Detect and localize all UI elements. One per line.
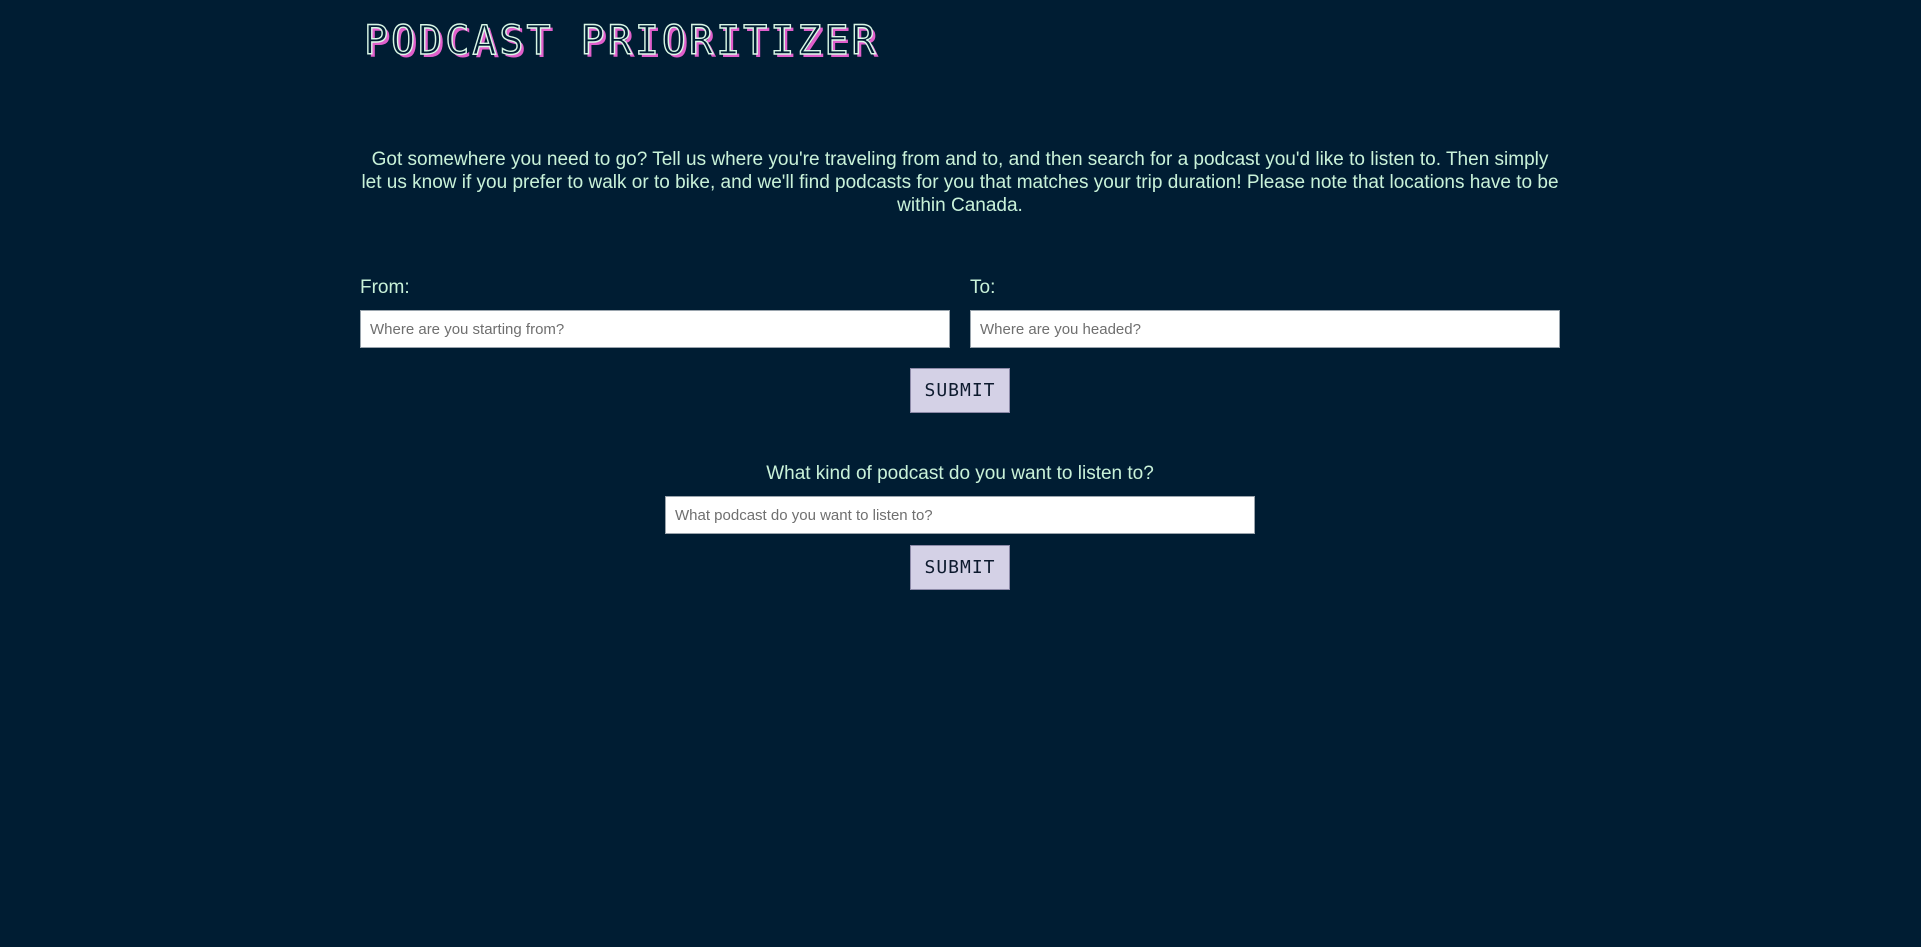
from-field-group: From: xyxy=(360,276,950,348)
from-label: From: xyxy=(360,277,410,298)
from-input[interactable] xyxy=(360,310,950,348)
app-title: PODCAST PRIORITIZER xyxy=(363,17,879,64)
to-label: To: xyxy=(970,277,996,298)
page-container: PODCAST PRIORITIZER Got somewhere you ne… xyxy=(360,0,1560,947)
trip-submit-button[interactable]: SUBMIT xyxy=(910,368,1010,413)
podcast-question: What kind of podcast do you want to list… xyxy=(766,463,1154,484)
podcast-search-input[interactable] xyxy=(665,496,1255,534)
to-input[interactable] xyxy=(970,310,1560,348)
podcast-submit-button[interactable]: SUBMIT xyxy=(910,545,1010,590)
to-field-group: To: xyxy=(970,276,1560,348)
intro-description: Got somewhere you need to go? Tell us wh… xyxy=(361,149,1559,216)
podcast-field-group xyxy=(665,496,1255,534)
